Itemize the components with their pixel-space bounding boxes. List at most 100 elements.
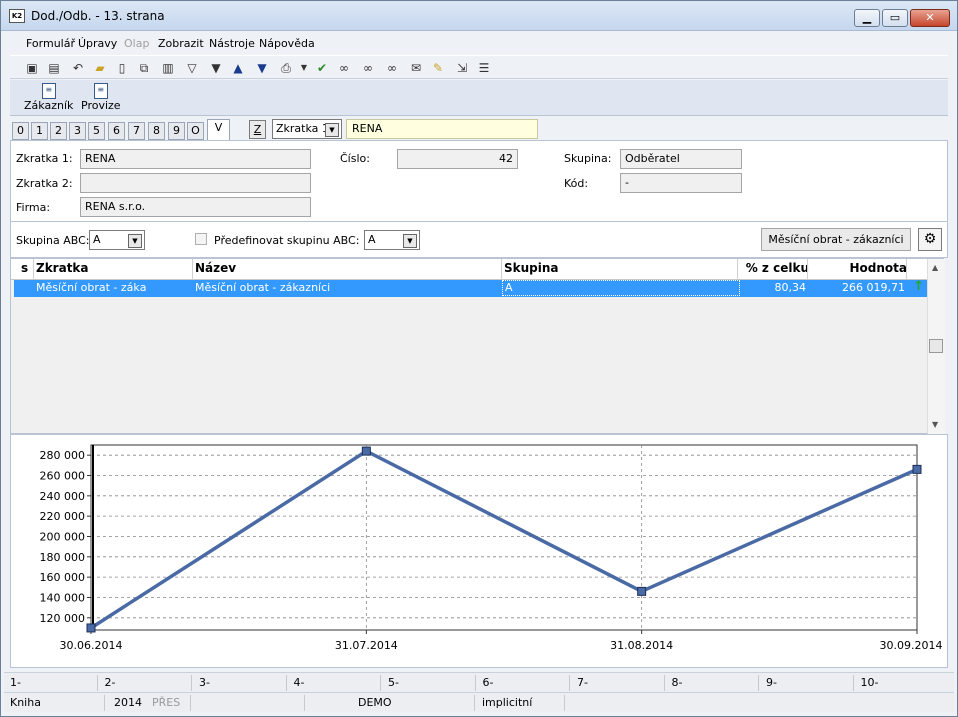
function-slot-10[interactable]: 10- — [861, 676, 879, 689]
kod-label: Kód: — [564, 177, 589, 190]
tab-2[interactable]: 2 — [50, 122, 67, 140]
menu-formular[interactable]: Formulář — [26, 37, 75, 50]
binoculars-prev-icon[interactable]: ∞ — [384, 60, 400, 76]
chevron-down-icon[interactable]: ▼ — [403, 234, 417, 248]
header-form: Zkratka 1: RENA Zkratka 2: Firma: RENA s… — [10, 140, 948, 222]
function-slot-9[interactable]: 9- — [766, 676, 777, 689]
filter-edit-icon[interactable]: ▼ — [208, 60, 224, 76]
mail-icon[interactable]: ✉ — [408, 60, 424, 76]
export-icon[interactable]: ⇲ — [454, 60, 470, 76]
binoculars-icon[interactable]: ∞ — [336, 60, 352, 76]
filter-icon[interactable]: ▽ — [184, 60, 200, 76]
tab-7[interactable]: 7 — [128, 122, 145, 140]
tab-5[interactable]: 5 — [88, 122, 105, 140]
menu-napoveda[interactable]: Nápověda — [259, 37, 315, 50]
tab-1[interactable]: 1 — [31, 122, 48, 140]
column-hodnota[interactable]: Hodnota — [850, 261, 908, 275]
function-slot-5[interactable]: 5- — [388, 676, 399, 689]
function-slot-8[interactable]: 8- — [672, 676, 683, 689]
status-separator — [758, 675, 759, 691]
tab-8[interactable]: 8 — [148, 122, 165, 140]
grid-scrollbar[interactable]: ▲ ▼ — [927, 259, 945, 434]
skupina-field[interactable]: Odběratel — [620, 149, 742, 169]
override-abc-checkbox[interactable] — [195, 233, 207, 245]
function-slot-3[interactable]: 3- — [199, 676, 210, 689]
scroll-down-icon[interactable]: ▼ — [932, 420, 938, 429]
tab-9[interactable]: 9 — [168, 122, 185, 140]
copy-icon[interactable]: ⧉ — [136, 60, 152, 76]
menu-zobrazit[interactable]: Zobrazit — [158, 37, 204, 50]
document-icon: ≡ — [41, 83, 56, 99]
z-button[interactable]: Z — [249, 120, 266, 139]
column-skupina[interactable]: Skupina — [504, 261, 559, 275]
function-slot-2[interactable]: 2- — [105, 676, 116, 689]
menu-olap: Olap — [124, 37, 150, 50]
new-document-icon[interactable]: ▯ — [114, 60, 130, 76]
zkratka-select[interactable]: Zkratka 1 ▼ — [272, 119, 342, 139]
function-slot-1[interactable]: 1- — [10, 676, 21, 689]
cell-skupina[interactable]: A — [502, 280, 740, 296]
kod-field[interactable]: - — [620, 173, 742, 193]
undo-icon[interactable]: ↶ — [70, 60, 86, 76]
dropdown-icon[interactable]: ▼ — [296, 60, 312, 76]
tab-0[interactable]: 0 — [12, 122, 29, 140]
chevron-down-icon[interactable]: ▼ — [325, 123, 339, 137]
save-all-icon[interactable]: ▤ — [46, 60, 62, 76]
arrow-down-icon[interactable]: ▼ — [254, 60, 270, 76]
module-toolbar: ≡ Zákazník ≡ Provize — [10, 80, 948, 116]
chevron-down-icon[interactable]: ▼ — [128, 234, 142, 248]
menu-bar: Formulář Úpravy Olap Zobrazit Nástroje N… — [10, 33, 948, 53]
close-button[interactable]: ✕ — [910, 9, 950, 27]
x-tick-label: 31.08.2014 — [610, 639, 673, 652]
check-icon[interactable]: ✔ — [314, 60, 330, 76]
gear-icon[interactable]: ⚙ — [918, 228, 942, 251]
status-profile: implicitní — [482, 696, 533, 709]
customer-label: Zákazník — [24, 99, 74, 112]
customer-button[interactable]: ≡ Zákazník — [24, 83, 73, 112]
table-row[interactable]: Měsíční obrat - zákа Měsíční obrat - zák… — [14, 279, 927, 297]
commission-button[interactable]: ≡ Provize — [81, 83, 121, 112]
column-zkratka[interactable]: Zkratka — [36, 261, 89, 275]
app-logo-icon: K2 — [9, 9, 25, 23]
tab-v[interactable]: V — [207, 119, 230, 141]
tab-3[interactable]: 3 — [69, 122, 86, 140]
menu-icon[interactable]: ☰ — [476, 60, 492, 76]
column-pct[interactable]: % z celku — [746, 261, 809, 275]
scroll-up-icon[interactable]: ▲ — [932, 263, 938, 272]
print-icon[interactable]: ⎙ — [278, 60, 294, 76]
skupina-abc-select[interactable]: A ▼ — [89, 230, 145, 250]
scrollbar-thumb[interactable] — [929, 339, 943, 353]
status-separator — [96, 675, 98, 691]
data-point — [86, 623, 96, 633]
zkratka1-field[interactable]: RENA — [80, 149, 311, 169]
column-nazev[interactable]: Název — [195, 261, 236, 275]
function-slot-4[interactable]: 4- — [294, 676, 305, 689]
function-slot-6[interactable]: 6- — [483, 676, 494, 689]
notes-icon[interactable]: ✎ — [430, 60, 446, 76]
book-icon[interactable]: ▥ — [160, 60, 176, 76]
maximize-button[interactable]: ▭ — [882, 9, 908, 27]
cislo-field[interactable]: 42 — [397, 149, 518, 169]
open-folder-icon[interactable]: ▰ — [92, 60, 108, 76]
arrow-up-icon[interactable]: ▲ — [230, 60, 246, 76]
document-icon: ≡ — [93, 83, 108, 99]
override-label: Předefinovat skupinu ABC: — [214, 234, 360, 247]
column-s[interactable]: s — [21, 261, 28, 275]
zkratka2-field[interactable] — [80, 173, 311, 193]
menu-nastroje[interactable]: Nástroje — [209, 37, 255, 50]
override-abc-select[interactable]: A ▼ — [364, 230, 420, 250]
monthly-turnover-button[interactable]: Měsíční obrat - zákazníci — [761, 228, 911, 251]
tab-6[interactable]: 6 — [108, 122, 125, 140]
search-input[interactable]: RENA — [346, 119, 538, 139]
function-slot-7[interactable]: 7- — [577, 676, 588, 689]
trend-up-icon: ↑ — [913, 279, 924, 294]
firma-field[interactable]: RENA s.r.o. — [80, 197, 311, 217]
data-point — [361, 446, 371, 456]
title-bar[interactable]: K2 Dod./Odb. - 13. strana ▁ ▭ ✕ — [1, 1, 957, 31]
tab-o[interactable]: O — [187, 122, 204, 140]
menu-upravy[interactable]: Úpravy — [78, 37, 117, 50]
binoculars-next-icon[interactable]: ∞ — [360, 60, 376, 76]
x-tick-label: 31.07.2014 — [335, 639, 398, 652]
minimize-button[interactable]: ▁ — [854, 9, 880, 27]
save-icon[interactable]: ▣ — [24, 60, 40, 76]
